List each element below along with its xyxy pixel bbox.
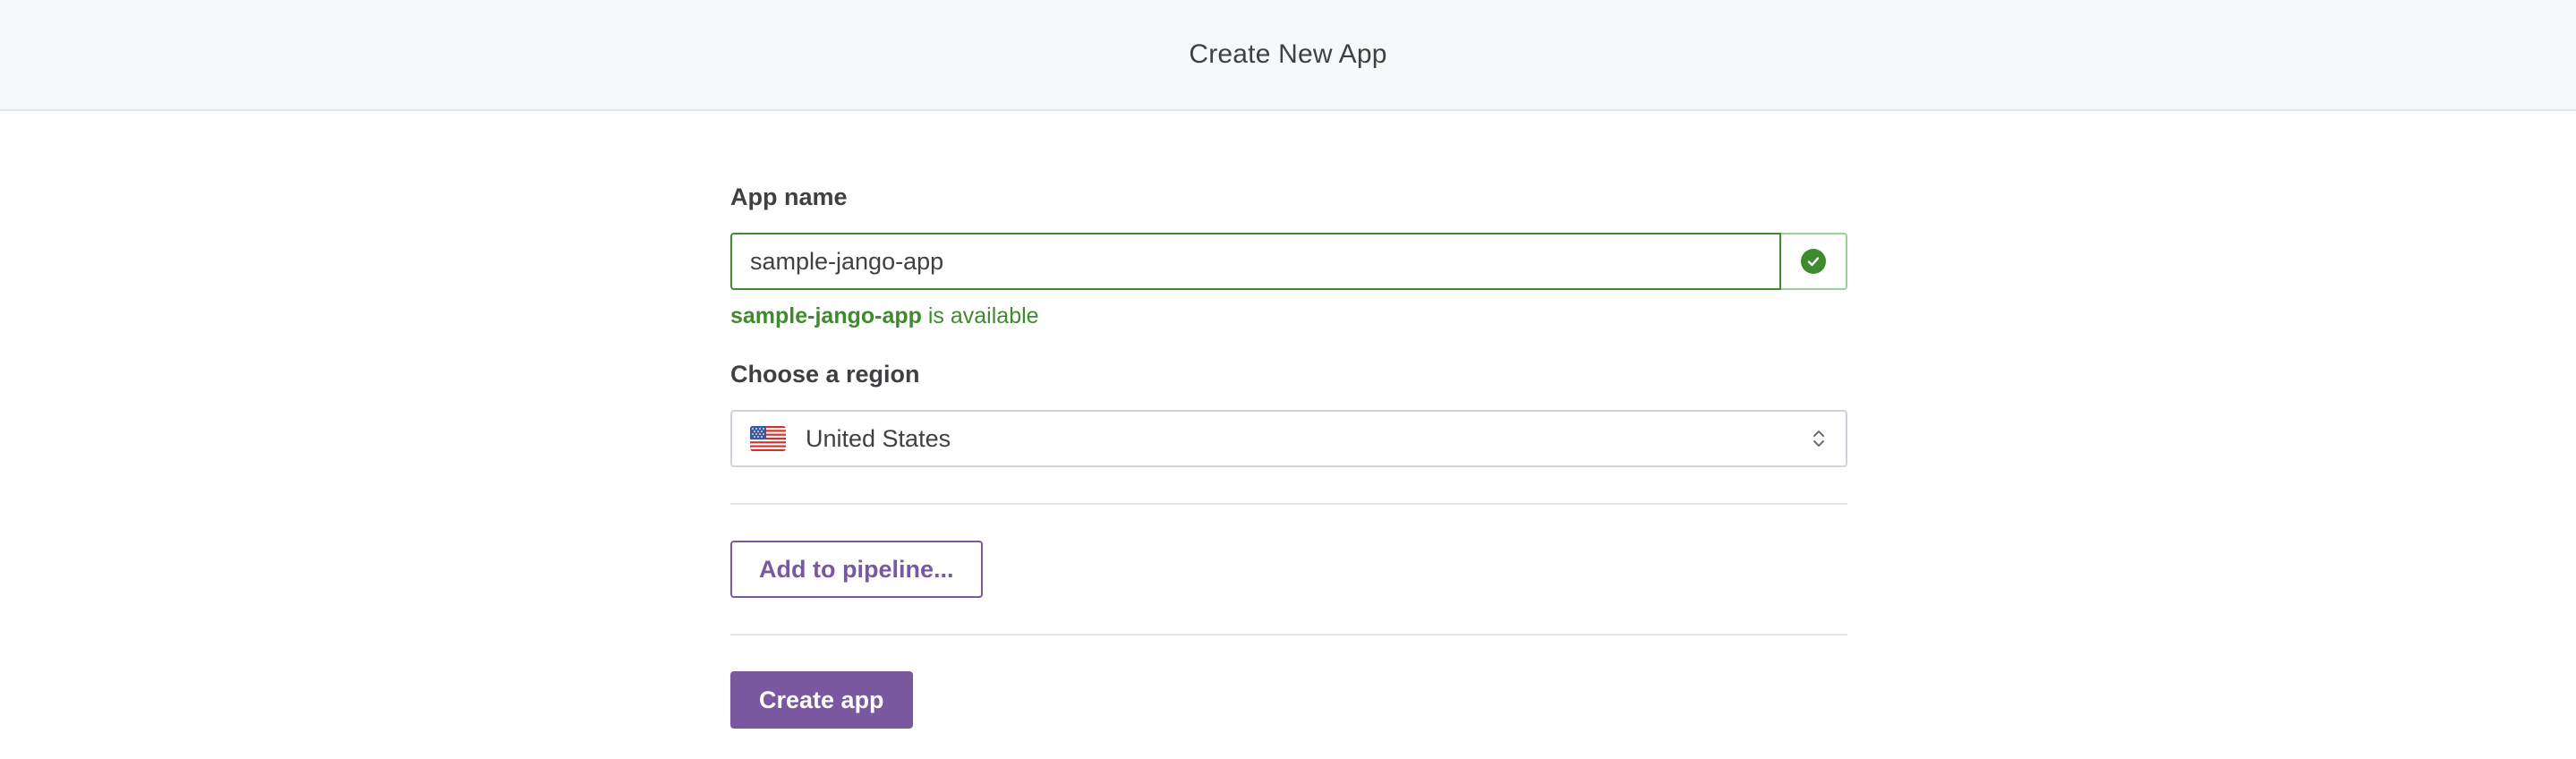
us-flag-icon <box>750 426 786 451</box>
app-name-input[interactable] <box>730 233 1781 290</box>
app-name-row <box>730 233 1847 290</box>
divider <box>730 634 1847 635</box>
divider <box>730 503 1847 505</box>
availability-app-name: sample-jango-app <box>730 303 922 328</box>
create-app-button[interactable]: Create app <box>730 671 913 729</box>
page-header: Create New App <box>0 0 2576 111</box>
availability-message: sample-jango-app is available <box>730 299 1039 333</box>
add-to-pipeline-button[interactable]: Add to pipeline... <box>730 541 983 598</box>
region-selected-value: United States <box>806 424 951 452</box>
chevron-up-down-icon <box>1813 431 1824 447</box>
app-name-label: App name <box>730 183 848 210</box>
region-select[interactable]: United States <box>730 410 1847 467</box>
page-title: Create New App <box>1189 39 1387 69</box>
check-circle-icon <box>1801 249 1826 274</box>
availability-suffix: is available <box>921 303 1039 328</box>
app-name-status <box>1781 233 1847 290</box>
region-label: Choose a region <box>730 361 920 388</box>
